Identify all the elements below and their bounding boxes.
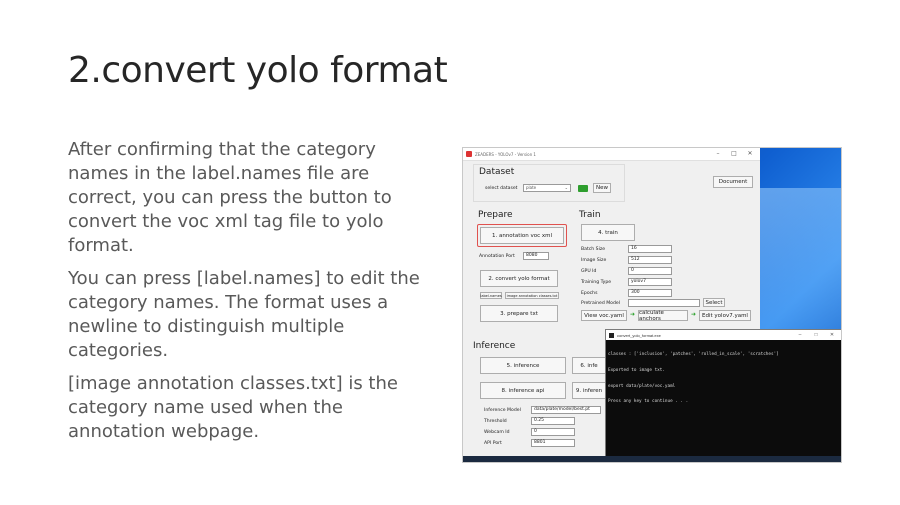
folder-icon[interactable] — [578, 185, 588, 192]
dataset-select-value: plate — [526, 185, 537, 190]
console-line: Exported to image txt. — [608, 368, 665, 374]
classes-txt-button[interactable]: image annotation classes.txt — [505, 292, 559, 299]
paragraph-2: You can press [label.names] to edit the … — [68, 268, 420, 361]
pretrained-model-input[interactable] — [628, 299, 700, 307]
arrow-right-icon: ➜ — [630, 311, 636, 318]
paragraph-3: [image annotation classes.txt] is the ca… — [68, 373, 398, 442]
batch-size-input[interactable]: 16 — [628, 245, 672, 253]
image-size-input[interactable]: 512 — [628, 256, 672, 264]
train-heading: Train — [579, 210, 601, 220]
close-button[interactable]: ✕ — [742, 148, 758, 160]
image-size-label: Image Size — [581, 258, 607, 263]
chevron-down-icon: ⌄ — [564, 185, 568, 190]
console-icon — [609, 332, 614, 338]
edit-yaml-button[interactable]: Edit yolov7.yaml — [699, 310, 751, 321]
slide-title: 2.convert yolo format — [68, 50, 448, 91]
console-line: classes : ['inclusion', 'patches', 'roll… — [608, 352, 779, 358]
threshold-label: Threshold — [484, 419, 507, 424]
gpu-id-input[interactable]: 0 — [628, 267, 672, 275]
app-screenshot: ZEADERS - YOLOv7 - Version 1 – □ ✕ Datas… — [462, 147, 842, 463]
inference-api-button[interactable]: 8. inference api — [480, 382, 566, 399]
epochs-input[interactable]: 300 — [628, 289, 672, 297]
dataset-select[interactable]: plate ⌄ — [523, 184, 571, 192]
maximize-button[interactable]: □ — [726, 148, 742, 160]
prepare-txt-button[interactable]: 3. prepare txt — [480, 305, 558, 322]
console-minimize-button[interactable]: – — [792, 330, 808, 340]
inference-model-label: Inference Model — [484, 408, 521, 413]
inference-button-6[interactable]: 6. infe — [572, 357, 606, 374]
console-line: export data/plate/voc.yaml — [608, 383, 676, 389]
inference-model-input[interactable]: data/plate/model/best.pt — [531, 406, 601, 414]
app-icon — [466, 151, 472, 157]
webcam-id-label: Webcam Id — [484, 430, 510, 435]
document-button[interactable]: Document — [713, 176, 753, 188]
app-title: ZEADERS - YOLOv7 - Version 1 — [475, 151, 536, 157]
annotation-port-label: Annotation Port — [479, 254, 515, 259]
prepare-heading: Prepare — [478, 210, 513, 220]
api-port-input[interactable]: 8801 — [531, 439, 575, 447]
highlight-box — [477, 224, 567, 247]
arrow-right-icon: ➜ — [691, 311, 697, 318]
gpu-id-label: GPU Id — [581, 269, 597, 274]
inference-heading: Inference — [473, 341, 516, 351]
taskbar — [463, 456, 841, 462]
minimize-button[interactable]: – — [710, 148, 726, 160]
inference-api-button-9[interactable]: 9. inferen — [572, 382, 606, 399]
app-titlebar: ZEADERS - YOLOv7 - Version 1 – □ ✕ — [463, 148, 760, 161]
threshold-input[interactable]: 0.25 — [531, 417, 575, 425]
window-controls: – □ ✕ — [710, 148, 758, 160]
console-output: classes : ['inclusion', 'patches', 'roll… — [606, 340, 841, 417]
dataset-heading: Dataset — [479, 167, 515, 177]
slide-body: After confirming that the category names… — [68, 138, 440, 453]
new-dataset-button[interactable]: New — [593, 183, 611, 193]
epochs-label: Epochs — [581, 291, 598, 296]
webcam-id-input[interactable]: 0 — [531, 428, 575, 436]
training-type-input[interactable]: yolov7 — [628, 278, 672, 286]
calculate-anchors-button[interactable]: calculate anchors — [638, 310, 688, 322]
console-maximize-button[interactable]: □ — [808, 330, 824, 340]
api-port-label: API Port — [484, 441, 502, 446]
console-title: convert_yolo_format.exe — [617, 332, 661, 338]
convert-yolo-button[interactable]: 2. convert yolo format — [480, 270, 558, 287]
annotation-port-input[interactable]: 8080 — [523, 252, 549, 260]
inference-button[interactable]: 5. inference — [480, 357, 566, 374]
label-names-button[interactable]: label.names — [480, 292, 502, 299]
console-close-button[interactable]: ✕ — [824, 330, 840, 340]
paragraph-1: After confirming that the category names… — [68, 139, 392, 256]
console-window-controls: – □ ✕ — [792, 330, 840, 340]
training-type-label: Training Type — [581, 280, 612, 285]
batch-size-label: Batch Size — [581, 247, 606, 252]
console-line: Press any key to continue . . . — [608, 399, 689, 405]
select-dataset-label: select dataset — [485, 186, 518, 191]
console-window: convert_yolo_format.exe – □ ✕ classes : … — [605, 329, 841, 459]
console-titlebar: convert_yolo_format.exe – □ ✕ — [606, 330, 841, 340]
view-voc-yaml-button[interactable]: View voc.yaml — [581, 310, 627, 321]
pretrained-model-label: Pretrained Model — [581, 301, 620, 306]
train-button[interactable]: 4. train — [581, 224, 635, 241]
select-model-button[interactable]: Select — [703, 298, 725, 307]
